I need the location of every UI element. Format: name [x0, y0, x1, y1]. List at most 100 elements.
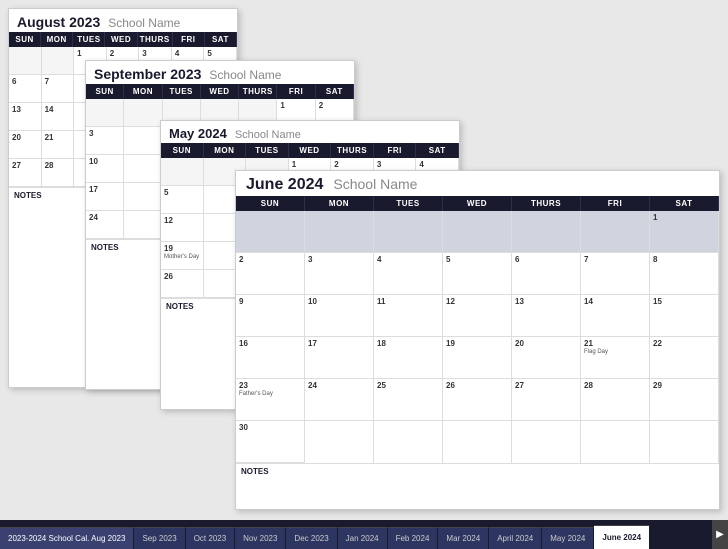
main-area: 2023-2024 SCHOOL CALENDAR August 2023 Sc… — [0, 0, 728, 520]
table-row — [86, 99, 124, 127]
table-row — [650, 421, 719, 463]
tab-scroll-right[interactable]: ▶ — [712, 520, 728, 549]
table-row: 6 — [512, 253, 581, 295]
tab-oct-2023[interactable]: Oct 2023 — [186, 527, 235, 549]
tab-2023-2024-aug[interactable]: 2023-2024 School Cal. Aug 2023 — [0, 527, 134, 549]
table-row: 24 — [305, 379, 374, 421]
aug-title-area: August 2023 School Name — [9, 9, 237, 32]
table-row: 3 — [305, 253, 374, 295]
aug-month-label: August 2023 — [17, 14, 100, 30]
jun-col-fri: FRI — [581, 196, 650, 211]
table-row — [581, 421, 650, 463]
sep-month-label: September 2023 — [94, 66, 201, 82]
jun-school-name: School Name — [333, 176, 417, 192]
sep-school-name: School Name — [209, 68, 281, 82]
aug-header-row: SUN MON TUES WED THURS FRI SAT — [9, 32, 237, 47]
sep-col-wed: WED — [201, 84, 239, 99]
table-row: 12 — [161, 214, 204, 242]
table-row: 19Mother's Day — [161, 242, 204, 270]
sep-title-area: September 2023 School Name — [86, 61, 354, 84]
tab-april-2024[interactable]: April 2024 — [489, 527, 542, 549]
may-col-sun: SUN — [161, 143, 204, 158]
table-row: 26 — [443, 379, 512, 421]
table-row — [305, 421, 374, 463]
table-row: 29 — [650, 379, 719, 421]
table-row: 14 — [42, 103, 75, 131]
may-col-mon: MON — [204, 143, 247, 158]
may-header-row: SUN MON TUES WED THURS FRI SAT — [161, 143, 459, 158]
tab-dec-2023[interactable]: Dec 2023 — [286, 527, 337, 549]
aug-col-sun: SUN — [9, 32, 41, 47]
jun-col-tue: TUES — [374, 196, 443, 211]
table-row: 26 — [161, 270, 204, 298]
may-col-tue: TUES — [246, 143, 289, 158]
sep-col-sun: SUN — [86, 84, 124, 99]
table-row: 27 — [9, 159, 42, 187]
table-row: 20 — [9, 131, 42, 159]
jun-col-wed: WED — [443, 196, 512, 211]
table-row: 25 — [374, 379, 443, 421]
table-row: 27 — [512, 379, 581, 421]
table-row: 3 — [86, 127, 124, 155]
sep-col-fri: FRI — [277, 84, 315, 99]
table-row: 14 — [581, 295, 650, 337]
may-col-thu: THURS — [331, 143, 374, 158]
table-row — [374, 211, 443, 253]
table-row: 4 — [374, 253, 443, 295]
table-row — [9, 47, 42, 75]
table-row: 11 — [374, 295, 443, 337]
table-row: 28 — [42, 159, 75, 187]
aug-col-thu: THURS — [138, 32, 173, 47]
may-col-fri: FRI — [374, 143, 417, 158]
tab-nov-2023[interactable]: Nov 2023 — [235, 527, 286, 549]
may-col-sat: SAT — [416, 143, 459, 158]
table-row: 17 — [305, 337, 374, 379]
aug-school-name: School Name — [108, 16, 180, 30]
table-row: 24 — [86, 211, 124, 239]
table-row: 21Flag Day — [581, 337, 650, 379]
table-row: 1 — [650, 211, 719, 253]
tab-may-2024[interactable]: May 2024 — [542, 527, 594, 549]
jun-header-row: SUN MON TUES WED THURS FRI SAT — [236, 196, 719, 211]
jun-col-sat: SAT — [650, 196, 719, 211]
aug-col-tue: TUES — [73, 32, 105, 47]
sep-col-mon: MON — [124, 84, 162, 99]
jun-col-mon: MON — [305, 196, 374, 211]
sep-header-row: SUN MON TUES WED THURS FRI SAT — [86, 84, 354, 99]
tab-jan-2024[interactable]: Jan 2024 — [338, 527, 388, 549]
table-row — [124, 127, 162, 155]
table-row — [581, 211, 650, 253]
table-row: 16 — [236, 337, 305, 379]
table-row: 9 — [236, 295, 305, 337]
table-row: 2 — [236, 253, 305, 295]
table-row: 5 — [443, 253, 512, 295]
tab-feb-2024[interactable]: Feb 2024 — [388, 527, 439, 549]
sep-col-tue: TUES — [163, 84, 201, 99]
table-row: 15 — [650, 295, 719, 337]
tabs-bar: 2023-2024 School Cal. Aug 2023 Sep 2023 … — [0, 520, 728, 549]
table-row: 12 — [443, 295, 512, 337]
table-row: 5 — [161, 186, 204, 214]
sep-col-thu: THURS — [239, 84, 277, 99]
tab-june-2024[interactable]: June 2024 — [594, 525, 650, 549]
jun-notes: NOTES — [236, 463, 719, 479]
table-row: 23Father's Day — [236, 379, 305, 421]
table-row: 6 — [9, 75, 42, 103]
tab-mar-2024[interactable]: Mar 2024 — [438, 527, 489, 549]
table-row — [124, 183, 162, 211]
table-row — [512, 421, 581, 463]
table-row: 10 — [86, 155, 124, 183]
table-row — [512, 211, 581, 253]
may-col-wed: WED — [289, 143, 332, 158]
table-row: 13 — [9, 103, 42, 131]
tab-sep-2023[interactable]: Sep 2023 — [134, 527, 185, 549]
table-row: 7 — [42, 75, 75, 103]
table-row — [124, 155, 162, 183]
table-row — [236, 211, 305, 253]
may-month-label: May 2024 — [169, 126, 227, 141]
jun-month-label: June 2024 — [246, 176, 323, 194]
table-row — [161, 158, 204, 186]
jun-grid: 1 2 3 4 5 6 7 8 9 10 11 12 13 14 15 16 1… — [236, 211, 719, 463]
table-row — [42, 47, 75, 75]
table-row: 13 — [512, 295, 581, 337]
